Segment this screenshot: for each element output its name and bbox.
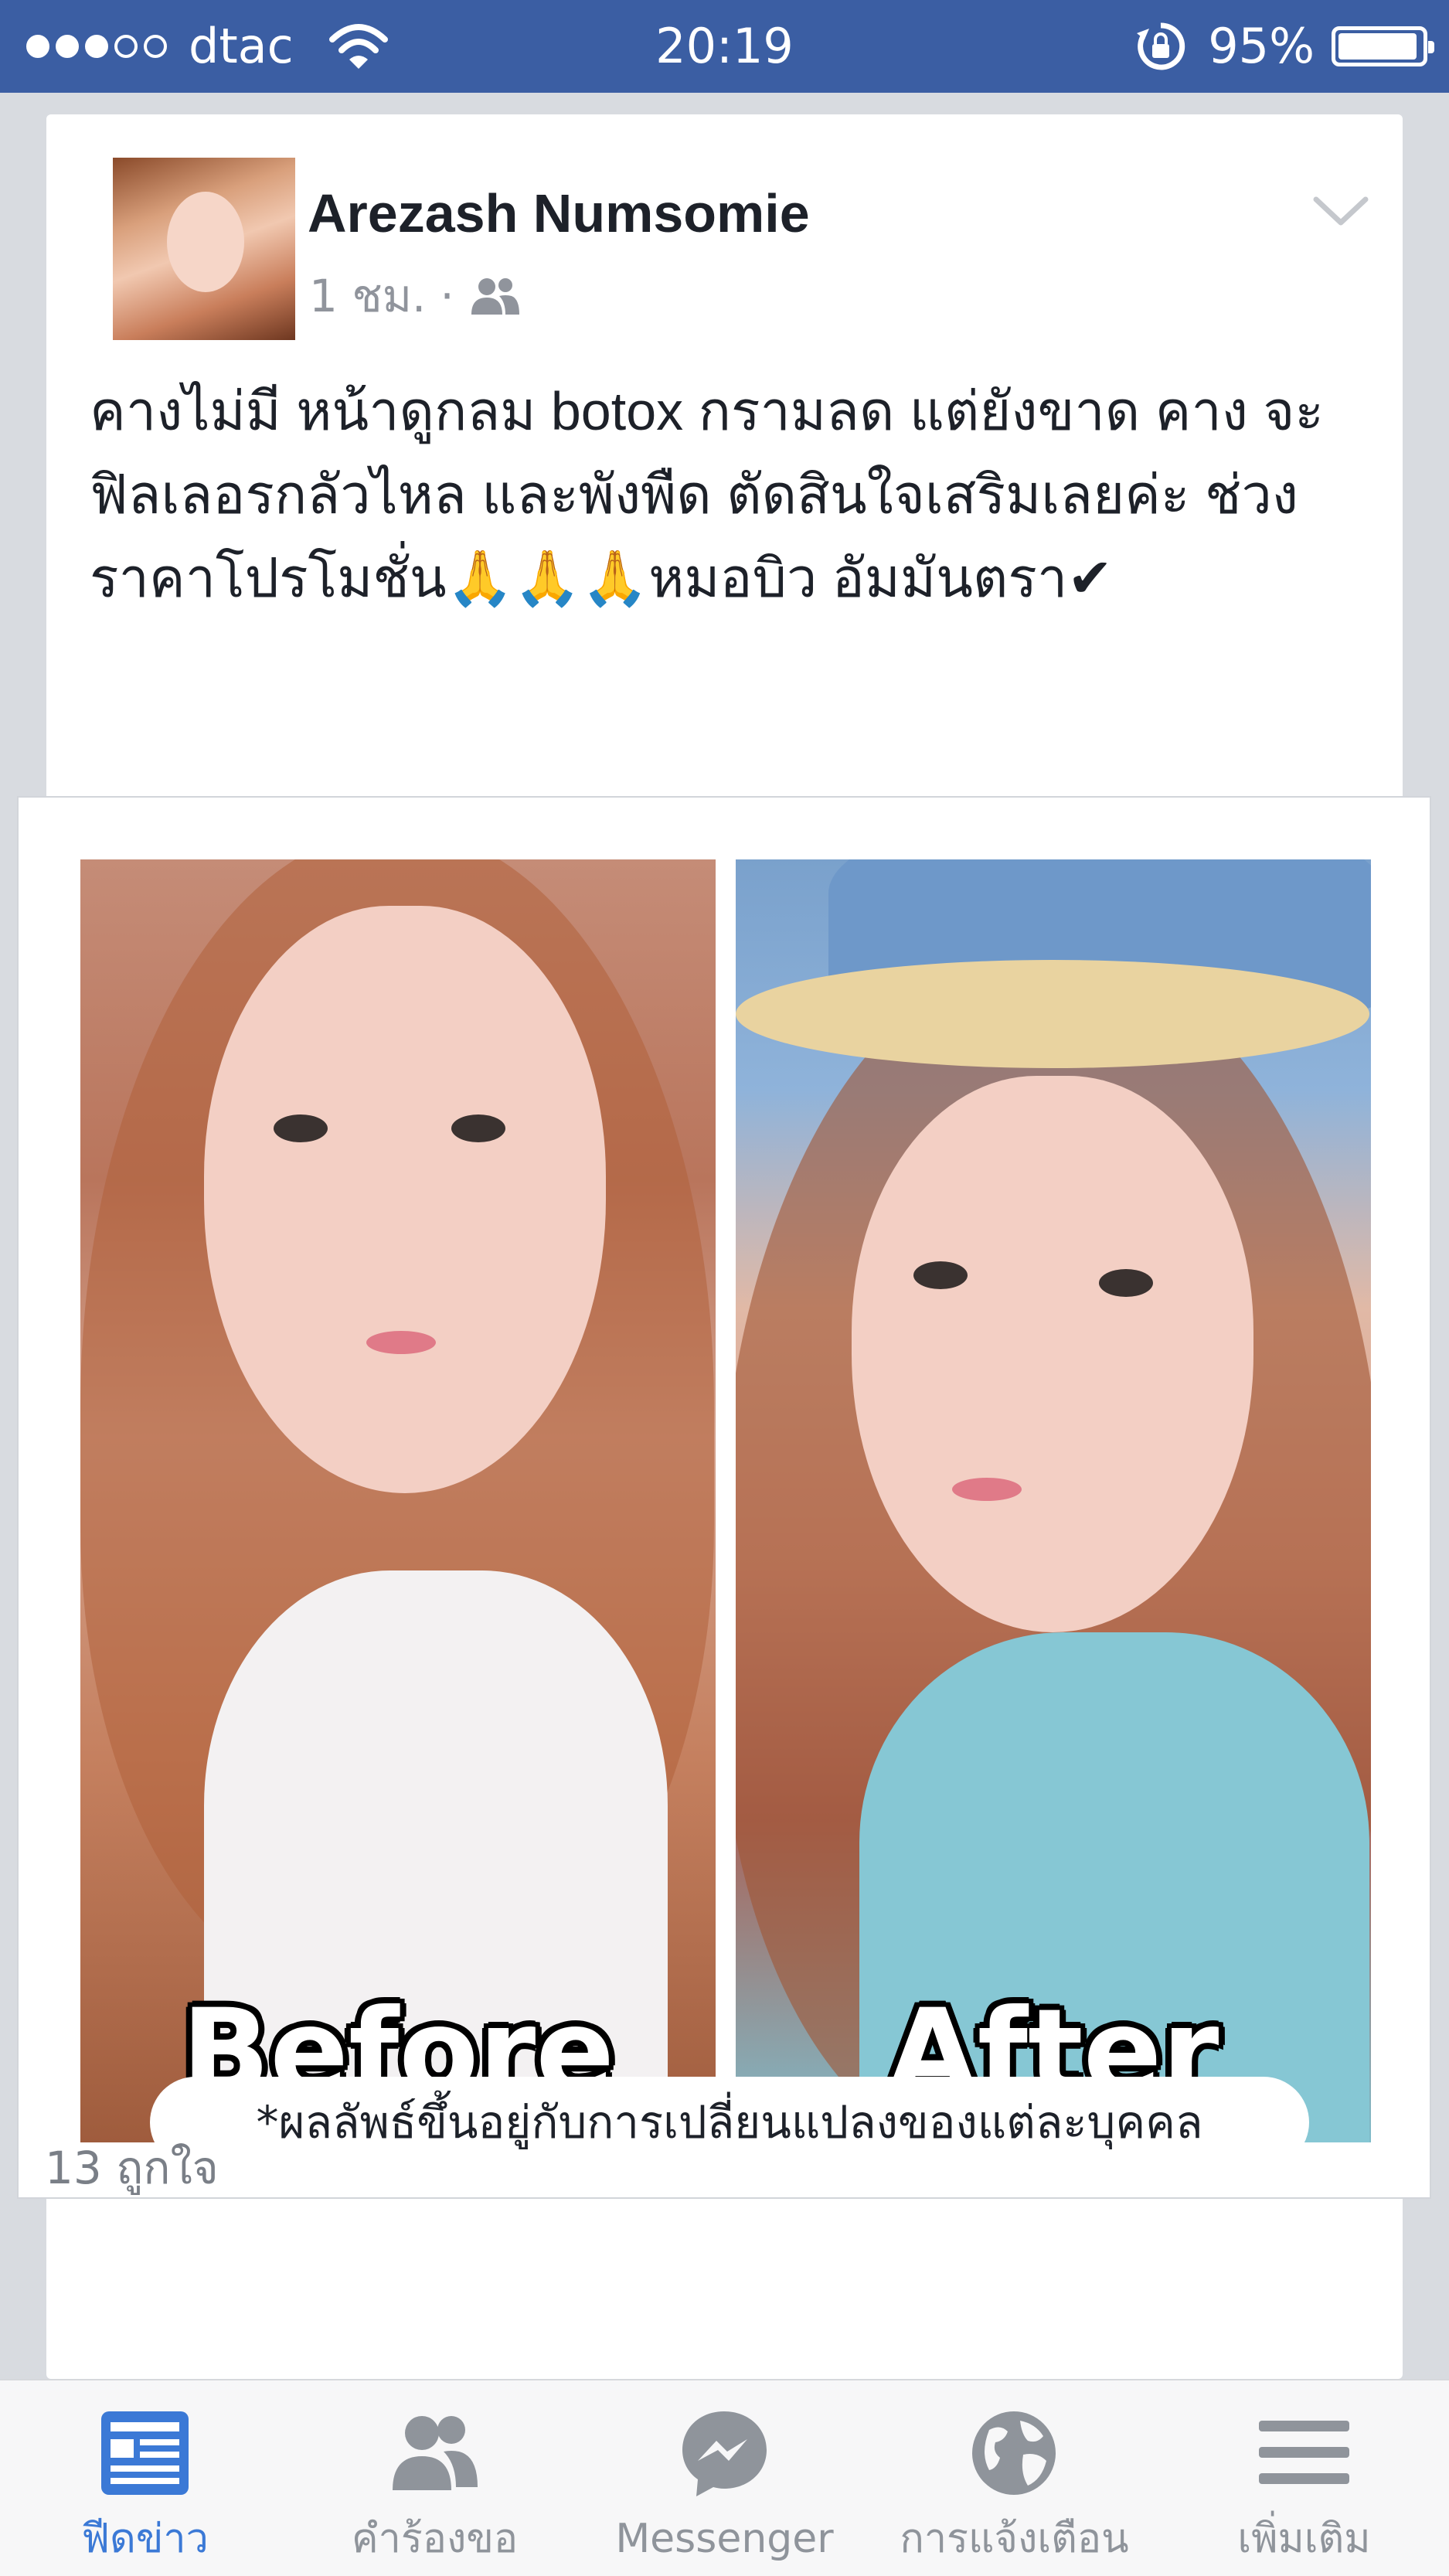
eye-shape	[1099, 1269, 1153, 1297]
before-photo: Before	[80, 859, 716, 2142]
tab-label: การแจ้งเตือน	[900, 2516, 1129, 2562]
menu-icon	[1259, 2421, 1349, 2484]
face-shape	[204, 906, 606, 1493]
like-count[interactable]: 13 ถูกใจ	[45, 2141, 219, 2195]
battery-fill	[1338, 33, 1417, 60]
eye-shape	[913, 1261, 968, 1289]
tab-label: Messenger	[615, 2516, 834, 2562]
post-meta: 1 ชม. ·	[309, 269, 522, 323]
messenger-icon	[682, 2411, 767, 2496]
post-author-name[interactable]: Arezash Numsomie	[308, 181, 810, 246]
status-right: 95%	[1134, 17, 1434, 76]
eye-shape	[274, 1114, 328, 1142]
battery-icon	[1332, 26, 1434, 66]
news-feed-icon	[101, 2411, 189, 2495]
tab-friend-requests[interactable]: คำร้องขอ	[290, 2380, 580, 2576]
friend-requests-icon	[393, 2416, 478, 2490]
tab-label: เพิ่มเติม	[1237, 2516, 1371, 2562]
globe-icon	[972, 2411, 1056, 2495]
rotation-lock-icon	[1137, 22, 1185, 70]
tab-label: ฟีดข่าว	[81, 2516, 209, 2562]
avatar[interactable]	[113, 158, 295, 340]
battery-cap	[1428, 41, 1434, 53]
cap-brim-shape	[736, 960, 1369, 1068]
after-photo: After	[736, 859, 1371, 2142]
post-text: คางไม่มี หน้าดูกลม botox กรามลด แต่ยังขา…	[90, 381, 1325, 608]
status-bar: dtac 20:19 95%	[0, 0, 1449, 93]
lips-shape	[366, 1331, 436, 1354]
tab-label: คำร้องขอ	[351, 2516, 519, 2562]
avatar-face	[167, 192, 244, 292]
tab-notifications[interactable]: การแจ้งเตือน	[869, 2380, 1159, 2576]
tab-messenger[interactable]: Messenger	[580, 2380, 869, 2576]
eye-shape	[451, 1114, 505, 1142]
photo-disclaimer: *ผลลัพธ์ขึ้นอยู่กับการเปลี่ยนแปลงของแต่ล…	[150, 2077, 1309, 2168]
tab-news-feed[interactable]: ฟีดข่าว	[0, 2380, 290, 2576]
post-photo[interactable]: Before After *ผลลัพธ์ขึ้นอยู่กับการเปลี่…	[17, 796, 1431, 2199]
chevron-down-icon[interactable]	[1310, 189, 1372, 235]
lips-shape	[952, 1478, 1022, 1501]
bottom-tab-bar: ฟีดข่าว คำร้องขอ Messenger การแจ้งเตือน	[0, 2379, 1449, 2576]
post-timestamp[interactable]: 1 ชม.	[309, 269, 426, 323]
face-shape	[852, 1076, 1253, 1632]
friends-icon	[471, 278, 519, 315]
tab-more[interactable]: เพิ่มเติม	[1159, 2380, 1449, 2576]
meta-separator: ·	[440, 270, 454, 322]
battery-percentage: 95%	[1208, 18, 1315, 74]
